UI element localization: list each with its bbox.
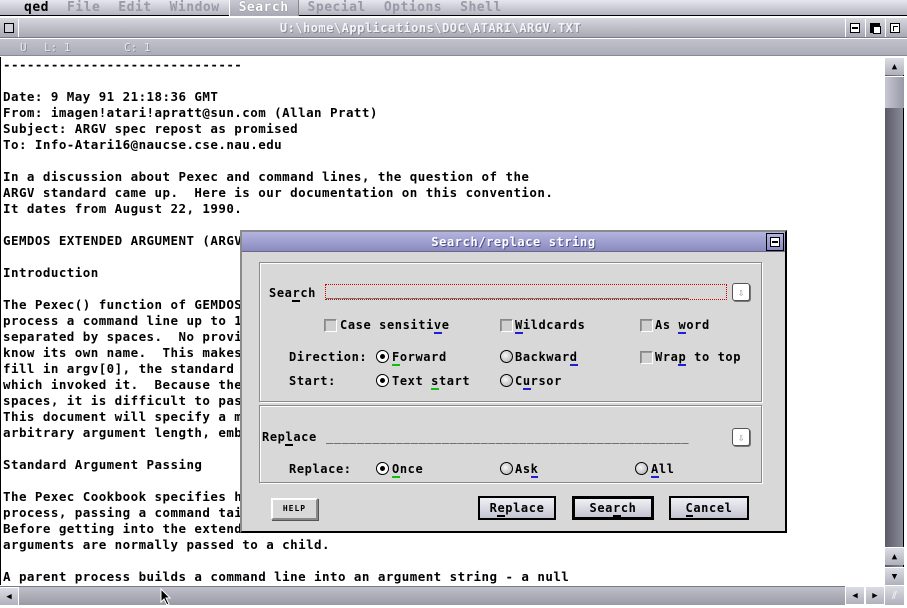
text-line: ------------------------------ [3,57,243,72]
window-title-bar[interactable]: U:\home\Applications\DOC\ATARI\ARGV.TXT [0,18,907,38]
menu-window[interactable]: Window [161,0,229,16]
search-button[interactable]: Search [572,496,654,520]
replace-ask-label[interactable]: Ask [515,462,539,478]
scroll-up-button-lower[interactable]: ▲ [885,547,904,565]
search-replace-dialog: Search/replace string Search ___________… [240,230,787,533]
line-number: L: 1 [44,41,71,54]
scroll-left-button-right[interactable]: ◀ [845,586,864,604]
text-line: Subject: ARGV spec repost as promised [3,121,299,136]
menu-shell[interactable]: Shell [451,0,511,16]
replace-history-button[interactable]: ⇩ [732,428,750,446]
text-line: It dates from August 22, 1990. [3,201,243,216]
scroll-down-button[interactable]: ▼ [885,567,904,585]
cycle-windows-icon [870,23,881,34]
arrow-down-icon: ▼ [891,571,898,582]
wildcards-label[interactable]: Wildcards [515,318,585,334]
resize-grip-icon: ⫽ [892,589,897,602]
scroll-up-button[interactable]: ▲ [885,57,904,75]
window-title: U:\home\Applications\DOC\ATARI\ARGV.TXT [279,21,582,35]
window-cycle-button[interactable] [865,19,884,37]
start-cursor-label[interactable]: Cursor [515,374,562,390]
dialog-iconify-button[interactable] [766,233,784,251]
arrow-left-icon: ◀ [852,590,858,601]
close-box-icon [4,23,14,33]
wildcards-checkbox[interactable] [500,319,513,332]
replace-button[interactable]: Replace [478,496,556,520]
direction-forward-radio[interactable] [376,350,389,363]
replace-once-radio[interactable] [376,462,389,475]
vertical-scrollbar[interactable]: ▲ ▲ ▼ [885,57,904,585]
replace-all-label[interactable]: All [651,462,674,478]
case-sensitive-checkbox[interactable] [324,319,337,332]
menu-file[interactable]: File [58,0,109,16]
menu-bar: qed File Edit Window Search Special Opti… [0,0,907,16]
start-text-start-label[interactable]: Text start [392,374,470,390]
text-line: arguments are normally passed to a child… [3,537,331,552]
arrow-down-icon: ⇩ [737,285,745,299]
start-cursor-radio[interactable] [500,374,513,387]
text-line: From: imagen!atari!apratt@sun.com (Allan… [3,105,378,120]
mouse-pointer-icon [160,588,172,606]
direction-forward-label[interactable]: Forward [392,350,447,366]
window-close-button[interactable] [0,19,19,37]
window-sizer[interactable]: ⫽ [885,586,904,605]
menu-app-qed[interactable]: qed [0,0,58,16]
replace-once-label[interactable]: Once [392,462,423,478]
text-line [1,553,885,569]
start-text-start-radio[interactable] [376,374,389,387]
arrow-right-icon: ▶ [872,590,878,601]
arrow-down-icon: ⇩ [737,430,745,444]
help-button[interactable]: HELP [271,498,318,520]
vertical-scroll-thumb[interactable] [885,76,904,108]
cancel-button[interactable]: Cancel [669,496,749,520]
window-info-line: U L: 1 C: 1 [0,39,907,56]
menu-search[interactable]: Search [228,0,299,16]
arrow-up-icon: ▲ [891,61,898,72]
replace-all-radio[interactable] [635,462,648,475]
text-line: To: Info-Atari16@naucse.cse.nau.edu [3,137,283,152]
replace-input[interactable]: ________________________________________… [326,430,726,444]
text-line [1,73,885,89]
text-line: A parent process builds a command line i… [3,569,570,584]
dialog-title[interactable]: Search/replace string [242,232,785,252]
wrap-to-top-label[interactable]: Wrap to top [655,350,741,366]
search-input[interactable]: ________________________________________… [325,284,727,300]
direction-backward-label[interactable]: Backward [515,350,578,366]
as-word-checkbox[interactable] [640,319,653,332]
column-number: C: 1 [124,41,151,54]
menu-options[interactable]: Options [375,0,451,16]
search-history-button[interactable]: ⇩ [732,283,750,301]
scroll-left-button[interactable]: ◀ [0,587,19,605]
edit-mode: U [20,41,27,54]
replace-mode-label: Replace: [289,462,352,476]
text-line: ARGV standard came up. Here is our docum… [3,185,554,200]
horizontal-scrollbar[interactable]: ◀ [0,586,845,605]
menu-edit[interactable]: Edit [109,0,160,16]
start-label: Start: [289,374,336,388]
direction-backward-radio[interactable] [500,350,513,363]
arrow-up-icon: ▲ [891,551,898,562]
iconify-icon [770,237,780,247]
as-word-label[interactable]: As word [655,318,710,334]
text-line: Date: 9 May 91 21:18:36 GMT [3,89,219,104]
menu-special[interactable]: Special [299,0,375,16]
scroll-right-button[interactable]: ▶ [865,586,884,604]
case-sensitive-label[interactable]: Case sensitive [340,318,450,334]
window-fuller-button[interactable] [885,19,904,37]
direction-label: Direction: [289,350,368,364]
iconify-icon [850,23,860,33]
wrap-to-top-checkbox[interactable] [640,351,653,364]
search-label: Search [269,286,316,302]
window-iconify-button[interactable] [845,19,864,37]
full-size-icon [890,23,900,33]
replace-label: Replace [262,430,317,446]
text-line: In a discussion about Pexec and command … [3,169,530,184]
replace-ask-radio[interactable] [500,462,513,475]
text-line [1,153,885,169]
arrow-left-icon: ◀ [6,591,12,602]
